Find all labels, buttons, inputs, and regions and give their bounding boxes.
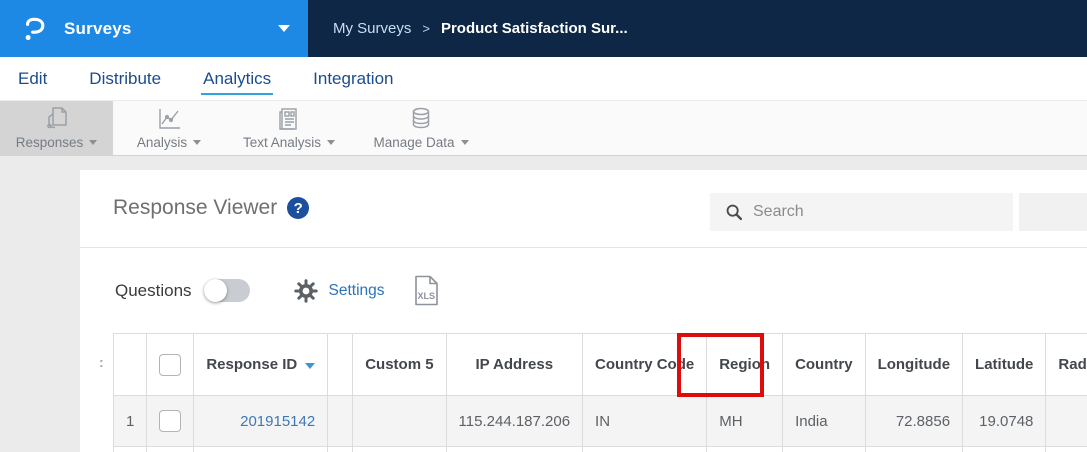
tab-distribute[interactable]: Distribute <box>89 69 161 89</box>
cell-rownum <box>112 446 148 452</box>
gear-icon <box>293 278 318 303</box>
breadcrumb-current-survey: Product Satisfaction Sur... <box>440 20 628 37</box>
breadcrumb-separator: > <box>422 21 430 36</box>
cell-checkbox <box>146 395 195 447</box>
header-cell-country-code: Country Code <box>582 333 708 396</box>
chevron-down-icon <box>89 140 98 145</box>
toolbar-responses-label: Responses <box>15 135 84 150</box>
response-viewer-card: Response Viewer ? Questions <box>80 170 1087 452</box>
chevron-down-icon <box>460 140 469 145</box>
toolbar-text-analysis-label: Text Analysis <box>242 135 322 150</box>
search-icon <box>726 204 743 221</box>
cell-radius <box>1045 395 1087 447</box>
responses-table: Response ID Custom 5 IP Address Country Cod… <box>112 333 1087 452</box>
analysis-chart-icon <box>155 106 183 132</box>
response-id-link[interactable]: 201915142 <box>240 413 315 430</box>
tab-edit[interactable]: Edit <box>18 69 47 89</box>
database-icon <box>408 106 434 132</box>
sort-desc-icon[interactable] <box>305 363 316 369</box>
table-header-row: Response ID Custom 5 IP Address Country Cod… <box>112 333 1087 396</box>
header-cell-checkbox[interactable] <box>146 333 195 396</box>
header-cell-region: Region <box>706 333 784 396</box>
analytics-toolbar: Responses Analysis Text Analysis Manage … <box>0 100 1087 156</box>
responses-table-wrap: : Response ID Custom 5 IP Address Country C… <box>99 333 1087 452</box>
cell-response-id: 201915142 <box>193 395 329 447</box>
toolbar-responses[interactable]: Responses <box>0 101 113 155</box>
breadcrumb-my-surveys[interactable]: My Surveys <box>333 20 411 37</box>
cell-text <box>327 395 354 447</box>
search-input[interactable] <box>753 203 1003 221</box>
settings-control[interactable] <box>293 278 318 303</box>
table-row <box>112 446 1087 452</box>
cell-custom-5 <box>352 446 447 452</box>
viewer-controls: Questions Settings XLS <box>80 248 1087 333</box>
help-icon[interactable]: ? <box>287 197 310 219</box>
responses-icon <box>43 106 71 132</box>
main-nav-tabs: Edit Distribute Analytics Integration <box>0 57 1087 100</box>
cell-custom-5 <box>352 395 447 447</box>
column-handle-dots: : <box>99 354 104 370</box>
breadcrumb: My Surveys > Product Satisfaction Sur... <box>333 0 628 57</box>
header-action-button-cutoff[interactable] <box>1019 193 1087 231</box>
cell-ip-address <box>445 446 584 452</box>
cell-longitude: 72.8856 <box>864 395 964 447</box>
page-body: Response Viewer ? Questions <box>0 156 1087 452</box>
settings-link[interactable]: Settings <box>329 282 385 300</box>
page-title: Response Viewer <box>113 196 278 219</box>
xls-file-icon: XLS <box>414 275 438 306</box>
header-cell-ip-address: IP Address <box>445 333 584 396</box>
tab-analytics[interactable]: Analytics <box>201 69 274 95</box>
cell-response-id <box>193 446 329 452</box>
toolbar-manage-data[interactable]: Manage Data <box>353 101 489 155</box>
cell-country <box>782 446 866 452</box>
cell-longitude <box>864 446 964 452</box>
header-cell-longitude: Longitude <box>864 333 964 396</box>
cell-country-code <box>582 446 708 452</box>
cell-country-code: IN <box>582 395 708 447</box>
header-cell-country: Country <box>782 333 866 396</box>
header-cell-response-id[interactable]: Response ID <box>193 333 329 396</box>
product-name: Surveys <box>64 18 132 38</box>
header-cell-custom-5: Custom 5 <box>352 333 447 396</box>
cell-radius <box>1045 446 1087 452</box>
header-cell-latitude: Latitude <box>962 333 1047 396</box>
toolbar-manage-data-label: Manage Data <box>373 135 455 150</box>
toolbar-analysis-label: Analysis <box>136 135 188 150</box>
header-cell-text <box>327 333 354 396</box>
toolbar-text-analysis[interactable]: Text Analysis <box>225 101 353 155</box>
svg-text:XLS: XLS <box>417 291 435 301</box>
cell-rownum: 1 <box>112 395 148 447</box>
header-cell-rownum <box>112 333 148 396</box>
search-box <box>710 193 1013 231</box>
select-all-checkbox[interactable] <box>159 353 182 376</box>
chevron-down-icon[interactable] <box>278 25 290 32</box>
xls-export-button[interactable]: XLS <box>413 275 440 306</box>
header-cell-radius: Radius <box>1045 333 1087 396</box>
questions-label: Questions <box>115 280 192 300</box>
tab-integration[interactable]: Integration <box>313 69 393 89</box>
table-row: 1 201915142 115.244.187.206 IN MH India 72.885… <box>112 395 1087 447</box>
questionpro-logo-icon <box>22 16 48 42</box>
toolbar-analysis[interactable]: Analysis <box>113 101 225 155</box>
viewer-header: Response Viewer ? <box>80 170 1087 248</box>
cell-checkbox <box>146 446 195 452</box>
cell-region <box>706 446 784 452</box>
text-analysis-icon <box>276 106 302 132</box>
row-checkbox[interactable] <box>159 410 182 432</box>
chevron-down-icon <box>193 140 202 145</box>
product-switcher[interactable]: Surveys <box>0 0 308 57</box>
cell-text <box>327 446 354 452</box>
cell-latitude <box>962 446 1047 452</box>
cell-ip-address: 115.244.187.206 <box>445 395 584 447</box>
toggle-knob <box>203 279 227 302</box>
cell-latitude: 19.0748 <box>962 395 1047 447</box>
chevron-down-icon <box>327 140 336 145</box>
cell-country: India <box>782 395 866 447</box>
cell-region: MH <box>706 395 784 447</box>
top-header-bar: Surveys My Surveys > Product Satisfactio… <box>0 0 1087 57</box>
questions-toggle[interactable] <box>203 279 250 302</box>
